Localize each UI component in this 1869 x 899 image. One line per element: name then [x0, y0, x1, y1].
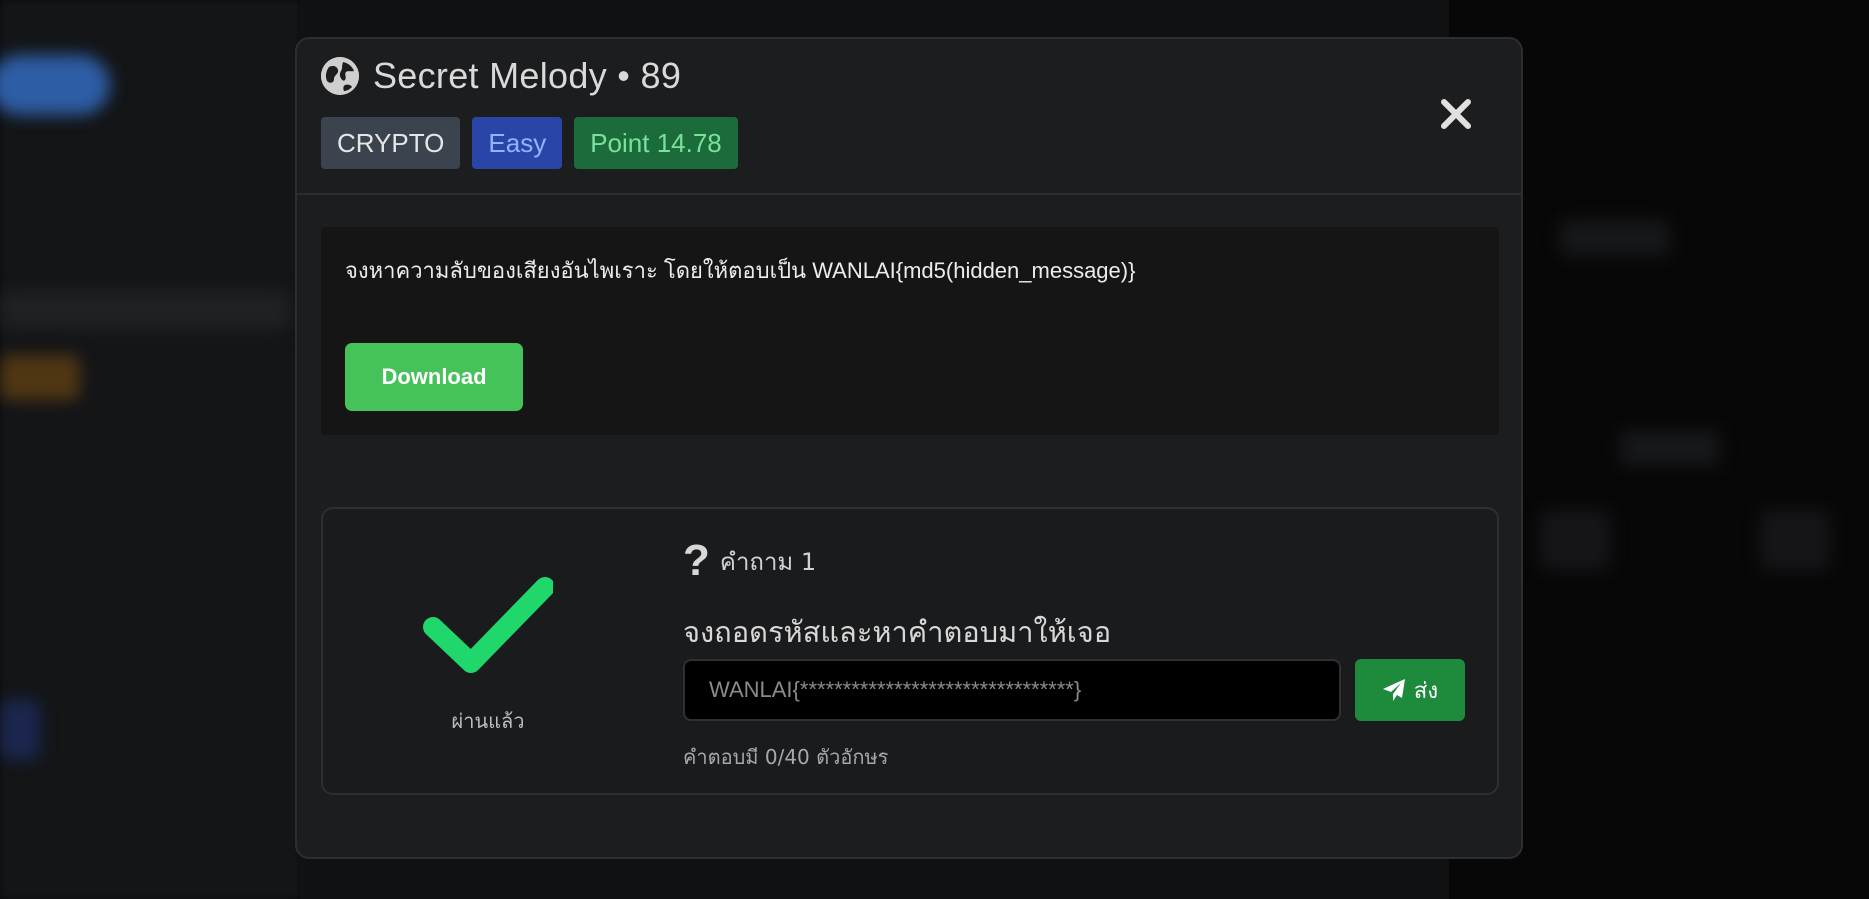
question-card: ผ่านแล้ว ? คำถาม 1 จงถอดรหัสและหาคำตอบมา… [321, 507, 1499, 795]
submit-button[interactable]: ส่ง [1355, 659, 1465, 721]
counter-value: 0/40 [764, 745, 810, 769]
challenge-description: จงหาความลับของเสียงอันไพเราะ โดยให้ตอบเป… [345, 258, 1136, 283]
modal-header: Secret Melody • 89 CRYPTO Easy Point 14.… [297, 39, 1521, 195]
solved-status: ผ่านแล้ว [393, 575, 583, 737]
answer-input[interactable] [683, 659, 1341, 721]
submit-label: ส่ง [1413, 678, 1439, 704]
download-button[interactable]: Download [345, 343, 523, 411]
description-panel: จงหาความลับของเสียงอันไพเราะ โดยให้ตอบเป… [321, 227, 1499, 435]
challenge-title: Secret Melody • 89 [373, 55, 682, 96]
check-icon [393, 575, 583, 675]
question-icon: ? [683, 536, 710, 585]
question-text: จงถอดรหัสและหาคำตอบมาให้เจอ [683, 615, 1112, 649]
challenge-modal: Secret Melody • 89 CRYPTO Easy Point 14.… [295, 37, 1523, 859]
badge-row: CRYPTO Easy Point 14.78 [321, 117, 738, 169]
question-number: คำถาม 1 [719, 547, 817, 576]
counter-suffix: ตัวอักษร [816, 745, 889, 769]
title-row: Secret Melody • 89 [321, 55, 681, 97]
category-badge: CRYPTO [321, 117, 461, 169]
solved-label: ผ่านแล้ว [451, 709, 525, 733]
question-header: ? คำถาม 1 [683, 539, 816, 583]
difficulty-badge: Easy [472, 117, 563, 169]
answer-counter: คำตอบมี 0/40 ตัวอักษร [683, 741, 888, 773]
close-button[interactable] [1439, 97, 1473, 131]
globe-icon [321, 57, 359, 95]
counter-prefix: คำตอบมี [683, 745, 759, 769]
paper-plane-icon [1382, 679, 1405, 701]
points-badge: Point 14.78 [574, 117, 738, 169]
close-icon [1441, 99, 1471, 129]
